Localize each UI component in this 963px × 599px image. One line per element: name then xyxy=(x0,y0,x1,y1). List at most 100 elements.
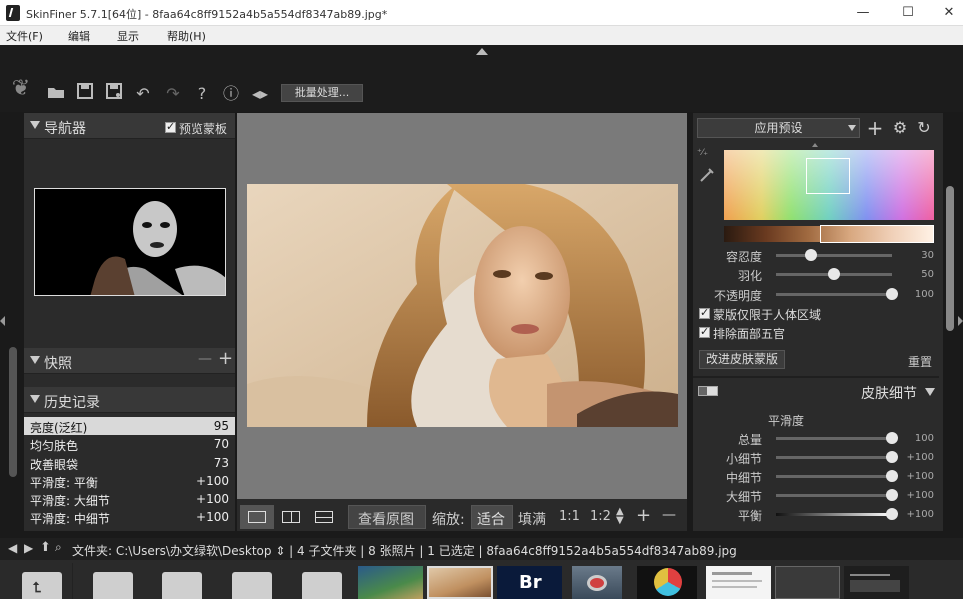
slider-value: +100 xyxy=(906,471,934,482)
reset-button[interactable]: 重置 xyxy=(908,353,932,370)
bridge-app-thumbnail[interactable]: Br xyxy=(497,566,562,599)
add-snapshot-button[interactable]: + xyxy=(218,348,233,369)
add-preset-icon[interactable]: + xyxy=(865,118,885,138)
zoom-fill-button[interactable]: 填满 xyxy=(518,509,546,529)
preview-mask-checkbox[interactable] xyxy=(165,120,176,133)
split-vertical-button[interactable] xyxy=(275,505,307,529)
search-icon[interactable]: ⌕ xyxy=(55,540,62,555)
snapshots-header[interactable]: 快照 — + xyxy=(24,348,235,374)
menu-bar: 文件(F) 编辑 显示 帮助(H) xyxy=(0,26,963,45)
up-icon[interactable]: ⬆ xyxy=(40,540,51,555)
history-row[interactable]: 亮度(泛红) 95 xyxy=(24,417,235,435)
photo-thumbnail[interactable] xyxy=(358,566,423,599)
folder-icon[interactable] xyxy=(302,572,342,599)
folder-icon[interactable] xyxy=(162,572,202,599)
zoom-fit-button[interactable]: 适合 xyxy=(471,505,513,529)
history-item-label: 平滑度: 中细节 xyxy=(30,512,110,526)
open-folder-icon[interactable] xyxy=(45,83,67,105)
view-original-button[interactable]: 查看原图 xyxy=(348,505,426,529)
redo-icon[interactable]: ↷ xyxy=(162,83,184,105)
folder-icon[interactable] xyxy=(93,572,133,599)
balance-slider-knob[interactable] xyxy=(886,508,898,520)
small-detail-slider-knob[interactable] xyxy=(886,451,898,463)
left-collapse-icon[interactable] xyxy=(0,316,5,326)
camera-app-thumbnail[interactable] xyxy=(572,566,622,599)
remove-snapshot-button[interactable]: — xyxy=(198,351,212,367)
medium-detail-slider-track[interactable] xyxy=(776,475,892,478)
tolerance-slider-track[interactable] xyxy=(776,254,892,257)
opacity-slider-knob[interactable] xyxy=(886,288,898,300)
feather-slider-knob[interactable] xyxy=(828,268,840,280)
feather-logo-icon: ❦ xyxy=(11,76,31,101)
menu-edit[interactable]: 编辑 xyxy=(68,28,90,44)
forward-icon[interactable]: ▶ xyxy=(24,541,33,555)
document-thumbnail[interactable] xyxy=(706,566,771,599)
zoom-1-2-button[interactable]: 1:2 xyxy=(590,509,611,524)
navigator-thumbnail[interactable] xyxy=(34,188,226,296)
exclude-face-checkbox[interactable] xyxy=(699,325,710,338)
collapse-triangle-icon[interactable] xyxy=(925,388,935,396)
folder-icon[interactable] xyxy=(232,572,272,599)
history-row[interactable]: 平滑度: 大细节 +100 xyxy=(24,490,235,508)
skin-tone-selection[interactable] xyxy=(820,225,934,243)
menu-view[interactable]: 显示 xyxy=(117,28,139,44)
menu-file[interactable]: 文件(F) xyxy=(6,28,43,44)
save-as-icon[interactable] xyxy=(103,83,125,105)
davinci-app-thumbnail[interactable] xyxy=(637,566,697,599)
small-detail-slider-track[interactable] xyxy=(776,456,892,459)
parent-folder-icon[interactable]: ⮤ xyxy=(22,572,62,599)
info-icon[interactable]: ⓘ xyxy=(220,83,242,105)
zoom-1-1-button[interactable]: 1:1 xyxy=(559,509,580,524)
save-icon[interactable] xyxy=(74,83,96,105)
minimize-button[interactable]: — xyxy=(841,0,885,26)
photo-thumbnail-selected[interactable] xyxy=(427,566,493,599)
menu-help[interactable]: 帮助(H) xyxy=(167,28,206,44)
history-row[interactable]: 均匀肤色 70 xyxy=(24,435,235,453)
eyedropper-plus-icon[interactable]: ⁺⁄₊ xyxy=(697,148,717,162)
zoom-fit-label: 适合 xyxy=(477,512,505,528)
zoom-out-button[interactable]: — xyxy=(662,507,676,523)
right-scrollbar[interactable] xyxy=(946,186,954,331)
improve-mask-button[interactable]: 改进皮肤蒙版 xyxy=(699,350,785,369)
skin-detail-title[interactable]: 皮肤细节 xyxy=(861,383,917,403)
collapse-top-icon[interactable] xyxy=(476,48,488,55)
history-row[interactable]: 平滑度: 平衡 +100 xyxy=(24,472,235,490)
screenshot-thumbnail[interactable] xyxy=(844,566,909,599)
gear-icon[interactable]: ⚙ xyxy=(890,118,910,138)
split-horizontal-button[interactable] xyxy=(308,505,340,529)
large-detail-slider-knob[interactable] xyxy=(886,489,898,501)
back-icon[interactable]: ◀ xyxy=(8,541,17,555)
limit-body-checkbox[interactable] xyxy=(699,306,710,319)
zoom-in-button[interactable]: + xyxy=(636,505,651,526)
zoom-stepper-icon[interactable]: ▲ ▼ xyxy=(616,507,624,526)
history-row[interactable]: 平滑度: 中细节 +100 xyxy=(24,508,235,526)
total-slider-knob[interactable] xyxy=(886,432,898,444)
photo-preview[interactable] xyxy=(247,184,678,427)
tolerance-slider-knob[interactable] xyxy=(804,249,817,261)
screenshot-thumbnail[interactable] xyxy=(775,566,840,599)
balance-slider-track[interactable] xyxy=(776,513,892,516)
left-scrollbar[interactable] xyxy=(9,347,17,477)
right-collapse-icon[interactable] xyxy=(958,316,963,326)
preset-dropdown[interactable]: 应用预设 xyxy=(697,118,860,138)
toggle-switch[interactable] xyxy=(698,386,718,396)
refresh-icon[interactable]: ↻ xyxy=(914,118,934,138)
total-slider-track[interactable] xyxy=(776,437,892,440)
maximize-button[interactable]: ☐ xyxy=(886,0,930,26)
undo-icon[interactable]: ↶ xyxy=(132,83,154,105)
collapse-up-icon[interactable] xyxy=(812,143,818,147)
compare-icon[interactable]: ◂▸ xyxy=(249,83,271,105)
single-view-button[interactable] xyxy=(240,505,274,529)
history-item-value: 73 xyxy=(213,456,229,470)
navigator-header[interactable]: 导航器 预览蒙板 xyxy=(24,113,235,139)
large-detail-slider-track[interactable] xyxy=(776,494,892,497)
eyedropper-icon[interactable] xyxy=(697,164,717,184)
batch-process-button[interactable]: 批量处理... xyxy=(281,84,363,102)
close-button[interactable]: ✕ xyxy=(927,0,963,26)
history-header[interactable]: 历史记录 xyxy=(24,387,235,413)
help-icon[interactable]: ? xyxy=(191,83,213,105)
opacity-slider-track[interactable] xyxy=(776,293,892,296)
history-row[interactable]: 改善眼袋 73 xyxy=(24,454,235,472)
medium-detail-slider-knob[interactable] xyxy=(886,470,898,482)
color-selection-box[interactable] xyxy=(806,158,850,194)
